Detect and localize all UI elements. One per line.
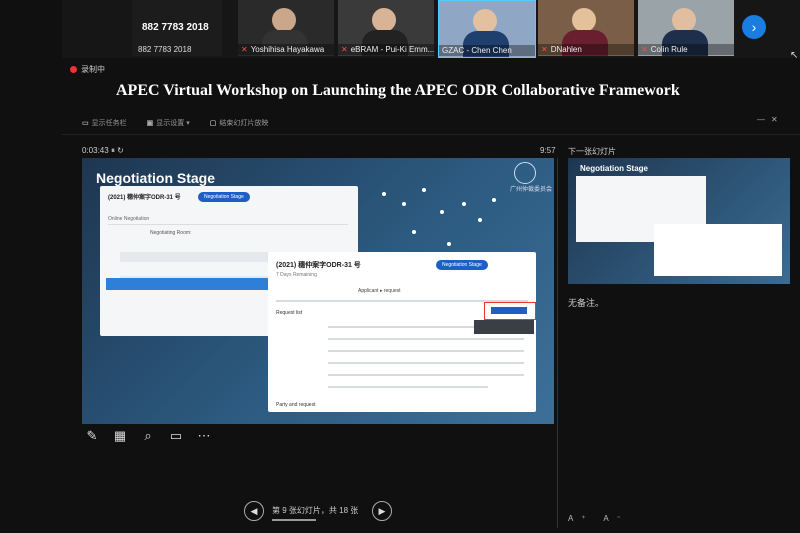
arbitration-logo-icon [514, 162, 536, 184]
next-slide-thumbnail[interactable]: Negotiation Stage [568, 158, 790, 284]
chevron-left-icon: ◀ [250, 505, 258, 516]
participant-strip: 882 7783 2018 882 7783 2018 ✕ Yoshihisa H… [62, 0, 800, 58]
mouse-cursor-icon: ↖ [790, 50, 799, 61]
mic-muted-icon: ✕ [641, 45, 648, 54]
text-line [328, 350, 524, 352]
taskbar-icon: ▭ [82, 120, 89, 127]
font-size-buttons[interactable]: A⁺ A⁻ [568, 514, 629, 523]
participant-face [473, 9, 497, 33]
reset-icon[interactable]: ↻ [117, 146, 124, 155]
toolbar-item-end-show[interactable]: ▢ 结束幻灯片放映 [210, 118, 269, 128]
presenter-toolbar: ▭ 显示任务栏 ▣ 显示设置 ▾ ▢ 结束幻灯片放映 [82, 118, 268, 128]
applicant-tabs[interactable]: Applicant ▸ request [358, 288, 401, 294]
thumbnail-title: Negotiation Stage [580, 164, 649, 173]
logo-text: 广州仲裁委员会 [510, 187, 553, 193]
slide-counter: 第 9 张幻灯片，共 18 张 [272, 506, 359, 515]
divider [557, 158, 558, 528]
participant-tile-active[interactable]: GZAC - Chen Chen [438, 0, 536, 58]
window-controls: —✕ [757, 115, 784, 124]
days-remaining: 7 Days Remaining [276, 272, 317, 278]
action-button[interactable] [491, 307, 527, 314]
participant-tile[interactable]: ✕ eBRAM - Pui-Ki Emm... [338, 0, 434, 56]
participant-face [372, 8, 396, 32]
participant-name: ✕ Yoshihisa Hayakawa [238, 44, 334, 55]
tab-online-negotiation[interactable]: Online Negotiation [108, 216, 149, 222]
more-options-icon[interactable]: ⋯ [196, 428, 212, 444]
mic-muted-icon: ✕ [341, 45, 348, 54]
minimize-icon[interactable]: — [757, 115, 771, 124]
mic-muted-icon: ✕ [241, 45, 248, 54]
speaker-notes: 无备注。 [568, 298, 605, 308]
text-line [328, 338, 524, 340]
highlight-box [484, 302, 536, 320]
negotiation-stage-pill[interactable]: Negotiation Stage [198, 192, 250, 202]
mic-muted-icon: ✕ [541, 45, 548, 54]
screen-icon[interactable]: ▭ [168, 428, 184, 444]
participant-name: ✕ DNahlen [538, 44, 634, 55]
participant-name: GZAC - Chen Chen [439, 45, 535, 56]
participant-face [672, 8, 696, 32]
text-line [328, 374, 524, 376]
close-icon[interactable]: ✕ [771, 115, 784, 124]
pen-icon[interactable]: ✎ [84, 428, 100, 444]
phone-number: 882 7783 2018 [142, 22, 209, 33]
display-settings-icon: ▣ [146, 120, 154, 127]
participant-tile[interactable]: ✕ Yoshihisa Hayakawa [238, 0, 334, 56]
zoom-icon[interactable]: ⌕ [140, 428, 156, 444]
next-slide-button[interactable]: ▶ [372, 501, 392, 521]
participant-tile[interactable]: ✕ DNahlen [538, 0, 634, 56]
elapsed-timer: 0:03:43 ⏸ ↻ [82, 146, 124, 155]
participant-tile[interactable]: ✕ Colin Rule [638, 0, 734, 56]
participant-tile-phone[interactable]: 882 7783 2018 882 7783 2018 [132, 0, 222, 56]
presenter-tools: ✎ ▦ ⌕ ▭ ⋯ [84, 428, 212, 444]
negotiation-stage-pill[interactable]: Negotiation Stage [436, 260, 488, 270]
negotiation-tabs: Online Negotiation [108, 216, 348, 225]
party-and-request-label: Party and request [276, 402, 316, 408]
meeting-title: APEC Virtual Workshop on Launching the A… [116, 82, 680, 99]
participant-face [272, 8, 296, 32]
case-number: (2021) 穗仲案字ODR-31 号 [108, 195, 181, 201]
case-number: (2021) 穗仲案字ODR-31 号 [276, 262, 361, 269]
chevron-right-icon: ▶ [378, 505, 386, 516]
pause-icon[interactable]: ⏸ [111, 146, 115, 155]
next-participants-button[interactable]: › [742, 15, 766, 39]
slide-title: Negotiation Stage [96, 170, 216, 186]
clock: 9:57 [540, 146, 556, 155]
request-list-label: Request list [276, 310, 303, 316]
toolbar-item-settings[interactable]: ▣ 显示设置 ▾ [147, 118, 190, 128]
participant-name: ✕ eBRAM - Pui-Ki Emm... [338, 44, 434, 55]
current-slide[interactable]: Negotiation Stage 广州仲裁委员会 (2021) 穗仲案字ODR… [82, 158, 554, 424]
record-dot-icon [70, 66, 77, 74]
slides-grid-icon[interactable]: ▦ [112, 428, 128, 444]
chevron-right-icon: › [751, 19, 757, 35]
thumbnail-card [654, 224, 782, 276]
negotiating-room: Negotiating Room: [150, 230, 192, 236]
participant-name: 882 7783 2018 [138, 45, 192, 54]
end-show-icon: ▢ [209, 120, 217, 127]
participant-name: ✕ Colin Rule [638, 44, 734, 55]
recording-indicator: 录制中 [70, 64, 105, 75]
toolbar-item-taskbar[interactable]: ▭ 显示任务栏 [82, 118, 127, 128]
next-slide-label: 下一张幻灯片 [568, 147, 616, 156]
divider [62, 134, 800, 135]
previous-slide-button[interactable]: ◀ [244, 501, 264, 521]
participant-face [572, 8, 596, 32]
counter-underline [272, 519, 316, 521]
text-line [328, 386, 488, 388]
text-line [328, 362, 524, 364]
tooltip [474, 320, 534, 334]
